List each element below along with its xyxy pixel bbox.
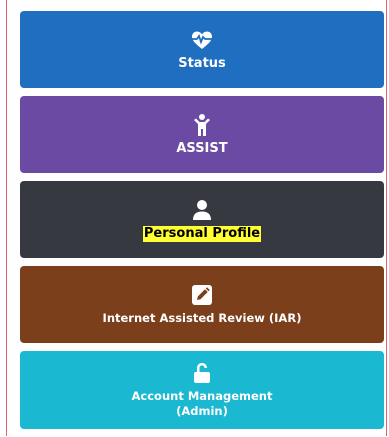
- personal-profile-label: Personal Profile: [142, 225, 262, 242]
- status-button[interactable]: Status: [20, 11, 384, 88]
- assist-label: ASSIST: [176, 140, 228, 156]
- unlock-icon: [194, 363, 210, 383]
- frame-border-right: [386, 0, 387, 436]
- user-icon: [193, 199, 211, 220]
- personal-profile-button[interactable]: Personal Profile: [20, 181, 384, 258]
- status-label: Status: [178, 55, 226, 71]
- iar-button[interactable]: Internet Assisted Review (IAR): [20, 266, 384, 343]
- frame-border-left: [6, 0, 7, 436]
- person-child-icon: [194, 113, 210, 136]
- page-frame: Status ASSIST Personal Profile Internet …: [0, 0, 389, 436]
- edit-icon: [192, 285, 212, 305]
- assist-button[interactable]: ASSIST: [20, 96, 384, 173]
- heartbeat-icon: [191, 31, 213, 49]
- account-management-button[interactable]: Account Management (Admin): [20, 351, 384, 429]
- account-management-sublabel: (Admin): [176, 404, 228, 418]
- account-management-label: Account Management: [131, 389, 273, 403]
- main-menu: Status ASSIST Personal Profile Internet …: [20, 11, 384, 437]
- iar-label: Internet Assisted Review (IAR): [102, 311, 302, 325]
